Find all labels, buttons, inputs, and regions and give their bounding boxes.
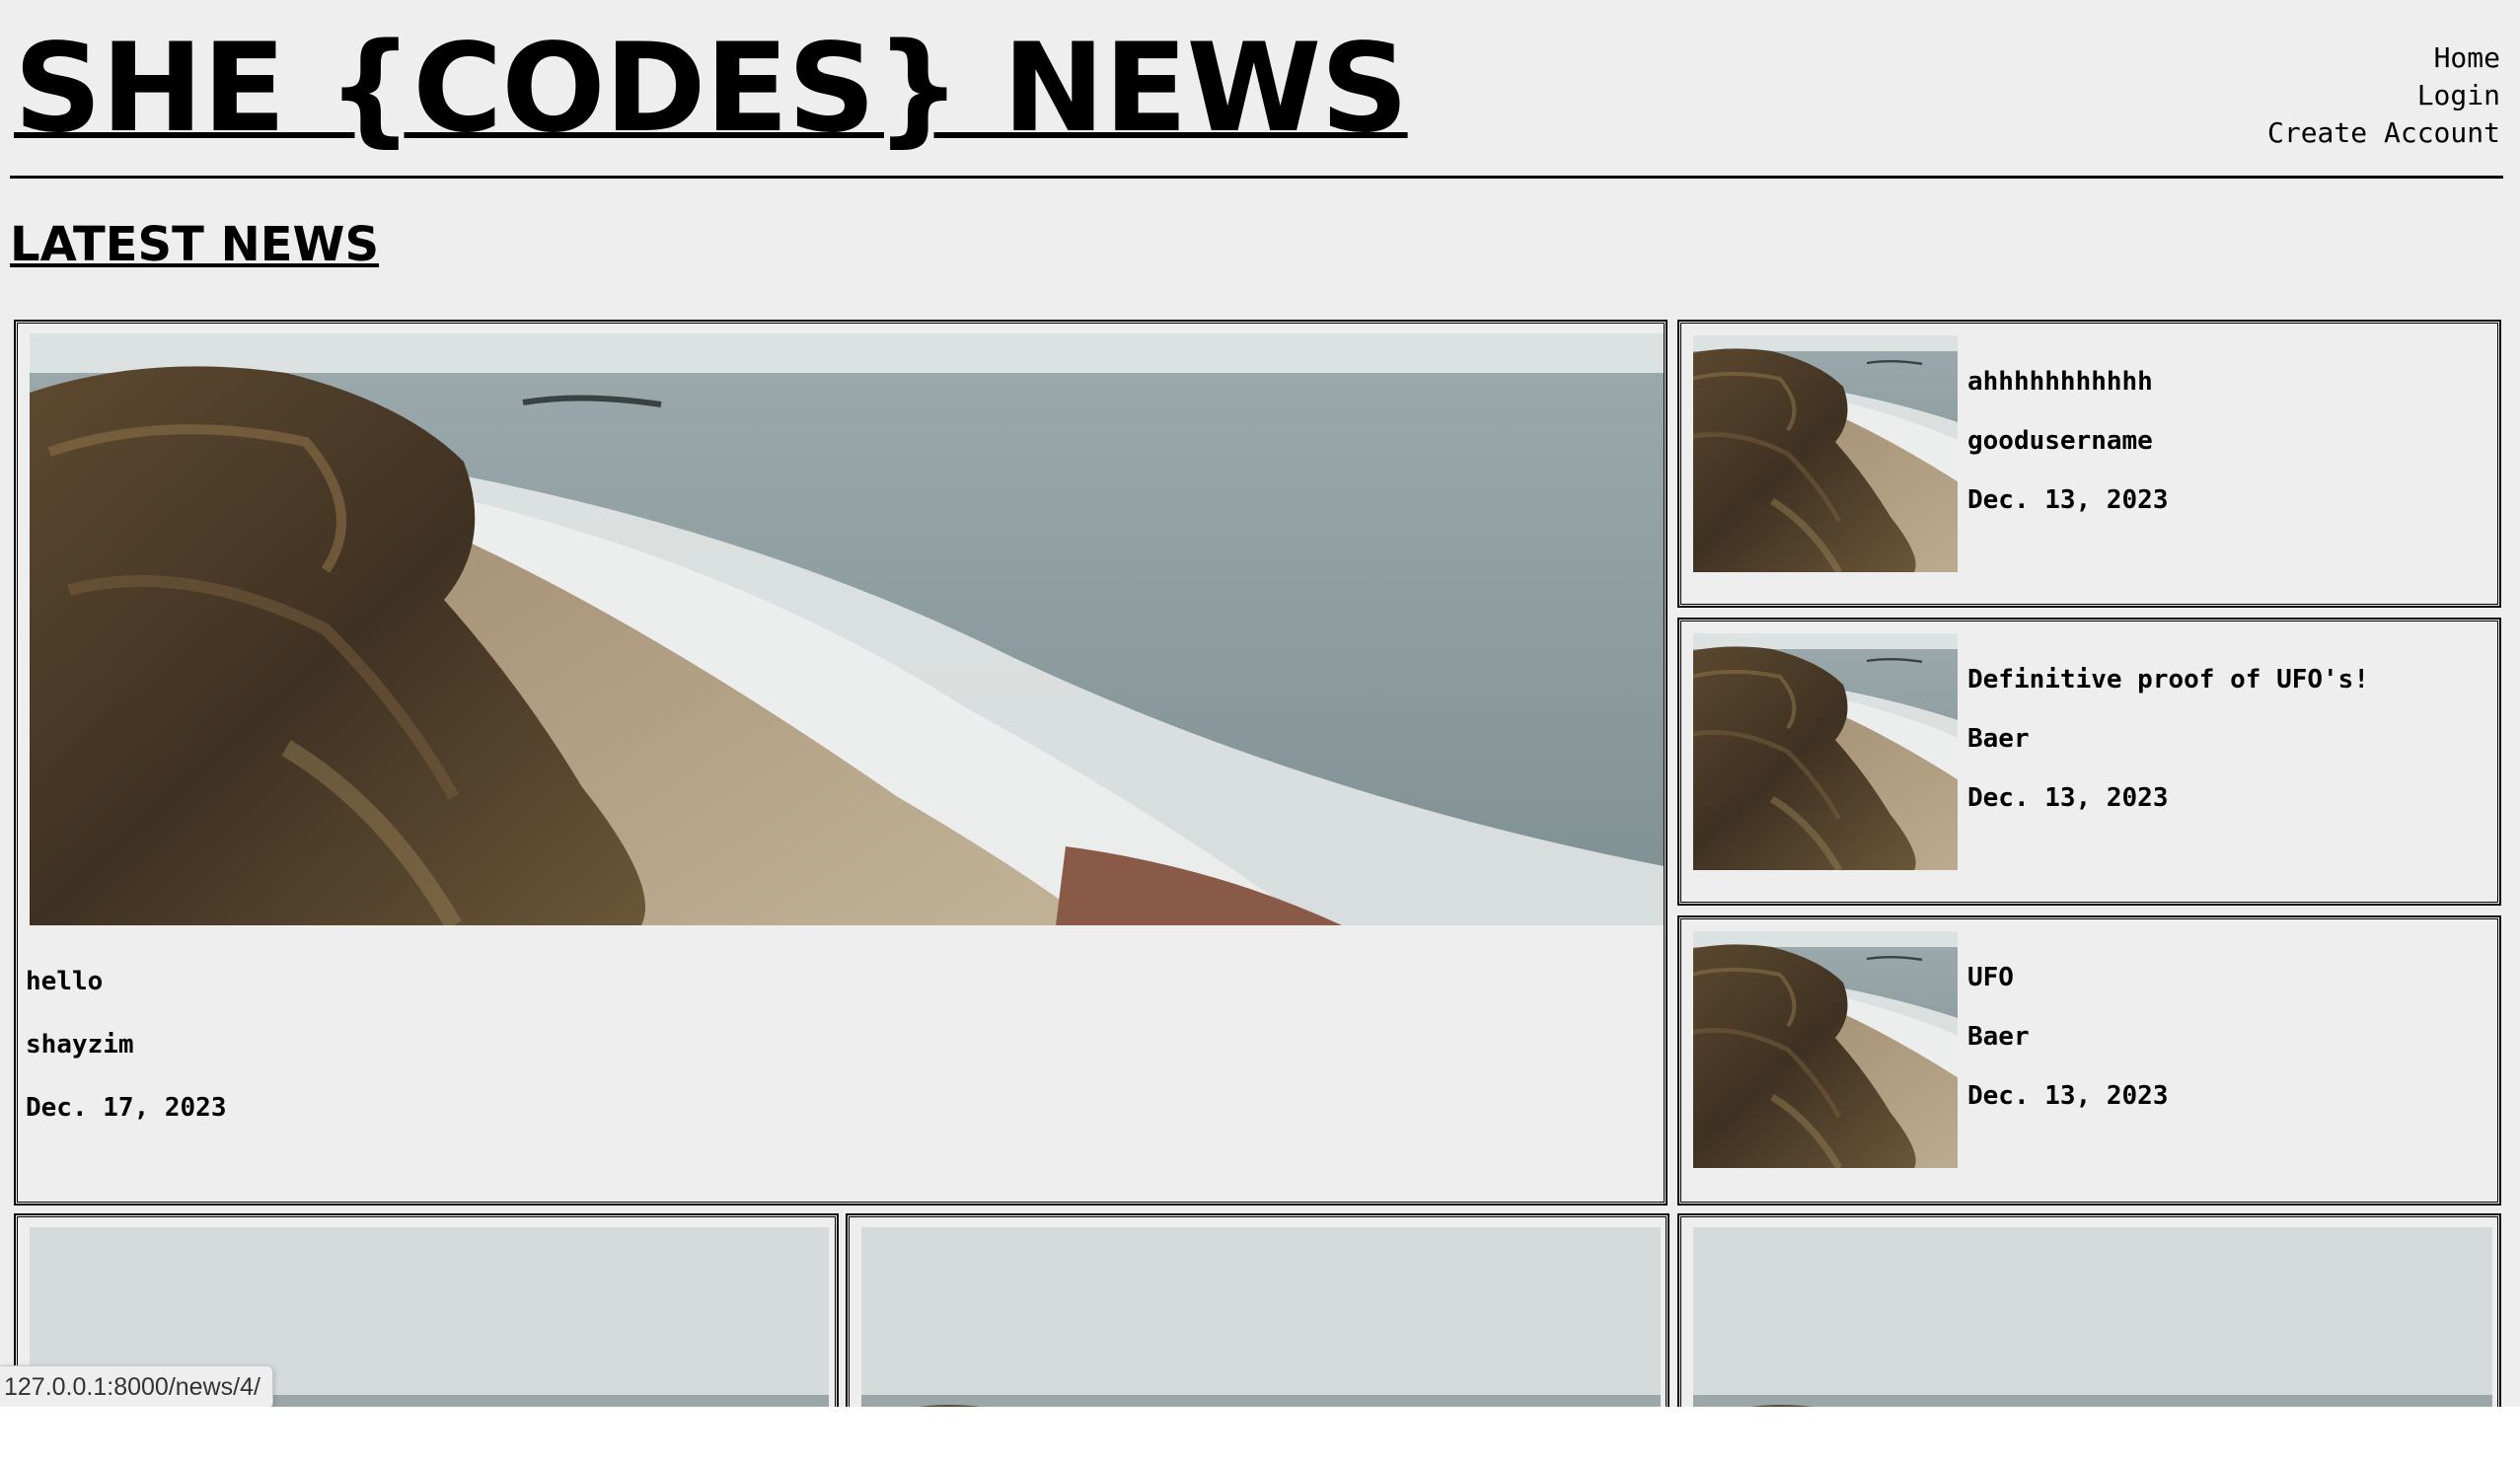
story-card[interactable] <box>846 1213 1669 1407</box>
main-nav: Home Login Create Account <box>2267 39 2500 152</box>
story-author: Baer <box>1967 724 2030 754</box>
story-title: Definitive proof of UFO's! <box>1967 665 2369 694</box>
link-preview-status-bar: 127.0.0.1:8000/news/4/ <box>0 1365 273 1407</box>
story-card[interactable]: Definitive proof of UFO's! Baer Dec. 13,… <box>1677 618 2501 906</box>
story-author: Baer <box>1967 1022 2030 1052</box>
page: SHE {CODES} NEWS Home Login Create Accou… <box>0 0 2520 1407</box>
story-date: Dec. 13, 2023 <box>1967 485 2169 515</box>
nav-home-link[interactable]: Home <box>2267 39 2500 77</box>
story-date: Dec. 13, 2023 <box>1967 783 2169 813</box>
story-title: UFO <box>1967 963 2014 992</box>
story-card[interactable]: UFO Baer Dec. 13, 2023 <box>1677 915 2501 1206</box>
story-image[interactable] <box>861 1227 1661 1407</box>
story-date: Dec. 13, 2023 <box>1967 1081 2169 1111</box>
site-title[interactable]: SHE {CODES} NEWS <box>14 20 1409 158</box>
featured-story-image[interactable] <box>30 333 1664 925</box>
featured-story-card[interactable]: hello shayzim Dec. 17, 2023 <box>14 320 1668 1206</box>
nav-login-link[interactable]: Login <box>2267 77 2500 114</box>
nav-create-account-link[interactable]: Create Account <box>2267 114 2500 152</box>
featured-story-author: shayzim <box>26 1030 134 1060</box>
story-image[interactable] <box>1693 931 1958 1168</box>
story-image[interactable] <box>1693 1227 2492 1407</box>
story-author: goodusername <box>1967 426 2153 456</box>
story-card[interactable]: ahhhhhhhhhhh goodusername Dec. 13, 2023 <box>1677 320 2501 608</box>
header-divider <box>10 176 2503 179</box>
story-image[interactable] <box>1693 335 1958 572</box>
featured-story-date: Dec. 17, 2023 <box>26 1093 227 1123</box>
story-image[interactable] <box>1693 633 1958 870</box>
story-card[interactable] <box>1677 1213 2501 1407</box>
story-title: ahhhhhhhhhhh <box>1967 367 2153 397</box>
latest-news-heading: LATEST NEWS <box>10 217 380 272</box>
featured-story-title: hello <box>26 967 104 996</box>
